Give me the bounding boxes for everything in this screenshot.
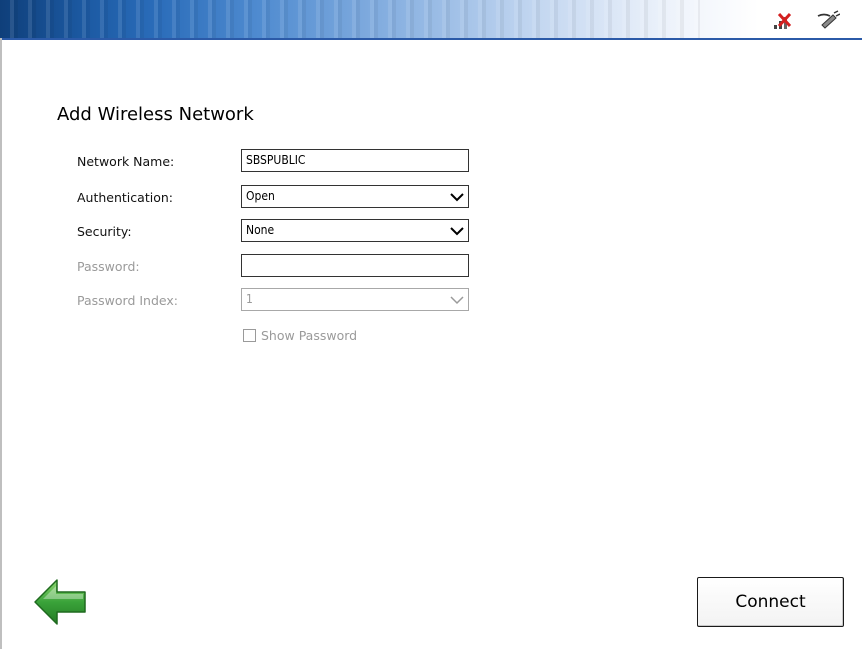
security-select[interactable]: None (241, 219, 469, 242)
password-index-value: 1 (246, 292, 253, 306)
security-value: None (246, 223, 275, 237)
password-index-label: Password Index: (77, 293, 178, 308)
password-index-row: Password Index: 1 (77, 288, 477, 314)
security-row: Security: None (77, 219, 477, 245)
network-name-input[interactable]: SBSPUBLIC (241, 149, 469, 172)
window-left-border (0, 38, 2, 649)
wireless-disconnected-icon[interactable] (770, 8, 794, 32)
authentication-label: Authentication: (77, 190, 173, 205)
title-bar-pattern (0, 0, 700, 38)
password-index-select[interactable]: 1 (241, 288, 469, 311)
password-row: Password: (77, 254, 477, 280)
network-name-label: Network Name: (77, 154, 175, 169)
connect-button[interactable]: Connect (697, 577, 844, 627)
title-bar-border (0, 38, 862, 40)
password-input[interactable] (241, 254, 469, 277)
password-label: Password: (77, 259, 140, 274)
chevron-down-icon (450, 296, 464, 305)
authentication-value: Open (246, 189, 275, 203)
chevron-down-icon (450, 193, 464, 202)
chevron-down-icon (450, 227, 464, 236)
power-plug-icon[interactable] (816, 8, 840, 32)
title-bar (0, 0, 862, 38)
authentication-select[interactable]: Open (241, 185, 469, 208)
authentication-row: Authentication: Open (77, 185, 477, 211)
back-arrow-icon[interactable] (33, 577, 89, 627)
show-password-checkbox[interactable] (243, 329, 256, 342)
security-label: Security: (77, 224, 132, 239)
network-name-value: SBSPUBLIC (246, 153, 306, 167)
network-name-row: Network Name: SBSPUBLIC (77, 149, 477, 175)
show-password-label: Show Password (261, 328, 358, 343)
page-title: Add Wireless Network (57, 104, 254, 125)
screen: Add Wireless Network Network Name: SBSPU… (0, 0, 862, 649)
